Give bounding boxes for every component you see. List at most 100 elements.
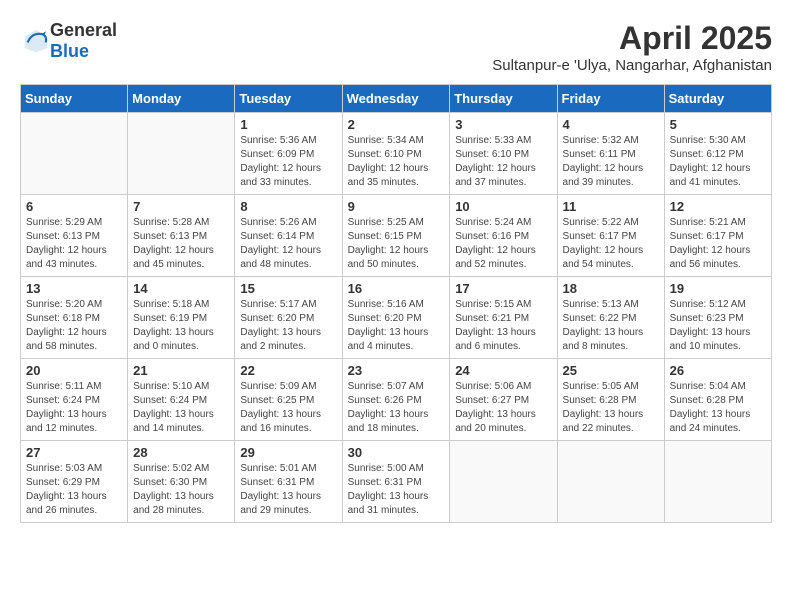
day-info: Sunrise: 5:03 AM Sunset: 6:29 PM Dayligh… (26, 462, 122, 518)
day-number: 15 (240, 281, 336, 296)
calendar-cell: 26Sunrise: 5:04 AM Sunset: 6:28 PM Dayli… (664, 359, 771, 441)
day-number: 17 (455, 281, 551, 296)
calendar-cell: 7 Sunrise: 5:28 AM Sunset: 6:13 PM Daylig… (128, 195, 235, 277)
day-info: Sunrise: 5:30 AM Sunset: 6:12 PM Dayligh… (670, 134, 766, 190)
day-number: 9 (348, 199, 445, 214)
logo-icon (22, 27, 50, 55)
calendar-cell: 21Sunrise: 5:10 AM Sunset: 6:24 PM Dayli… (128, 359, 235, 441)
calendar-cell: 6 Sunrise: 5:29 AM Sunset: 6:13 PM Daylig… (21, 195, 128, 277)
day-number: 27 (26, 445, 122, 460)
calendar-cell: 1 Sunrise: 5:36 AM Sunset: 6:09 PM Daylig… (235, 113, 342, 195)
day-number: 14 (133, 281, 229, 296)
calendar-cell: 19 Sunrise: 5:12 AM Sunset: 6:23 PM Dayli… (664, 277, 771, 359)
day-number: 18 (563, 281, 659, 296)
page-header: General Blue April 2025 Sultanpur-e 'Uly… (20, 20, 772, 74)
day-info: Sunrise: 5:00 AM Sunset: 6:31 PM Dayligh… (348, 462, 445, 518)
day-info: Sunrise: 5:01 AM Sunset: 6:31 PM Dayligh… (240, 462, 336, 518)
day-number: 26 (670, 363, 766, 378)
day-info: Sunrise: 5:02 AM Sunset: 6:30 PM Dayligh… (133, 462, 229, 518)
day-info: Sunrise: 5:29 AM Sunset: 6:13 PM Dayligh… (26, 216, 122, 272)
day-number: 28 (133, 445, 229, 460)
day-info: Sunrise: 5:07 AM Sunset: 6:26 PM Dayligh… (348, 380, 445, 436)
calendar-cell: 8 Sunrise: 5:26 AM Sunset: 6:14 PM Daylig… (235, 195, 342, 277)
day-info: Sunrise: 5:22 AM Sunset: 6:17 PM Dayligh… (563, 216, 659, 272)
day-number: 6 (26, 199, 122, 214)
day-info: Sunrise: 5:24 AM Sunset: 6:16 PM Dayligh… (455, 216, 551, 272)
day-number: 19 (670, 281, 766, 296)
day-info: Sunrise: 5:13 AM Sunset: 6:22 PM Dayligh… (563, 298, 659, 354)
day-info: Sunrise: 5:36 AM Sunset: 6:09 PM Dayligh… (240, 134, 336, 190)
week-row-5: 27 Sunrise: 5:03 AM Sunset: 6:29 PM Dayli… (21, 441, 772, 523)
calendar-subtitle: Sultanpur-e 'Ulya, Nangarhar, Afghanista… (492, 57, 772, 74)
calendar-cell: 28 Sunrise: 5:02 AM Sunset: 6:30 PM Dayli… (128, 441, 235, 523)
day-info: Sunrise: 5:11 AM Sunset: 6:24 PM Dayligh… (26, 380, 122, 436)
weekday-header-friday: Friday (557, 85, 664, 113)
day-number: 20 (26, 363, 122, 378)
day-number: 21 (133, 363, 229, 378)
day-number: 22 (240, 363, 336, 378)
day-info: Sunrise: 5:06 AM Sunset: 6:27 PM Dayligh… (455, 380, 551, 436)
weekday-header-saturday: Saturday (664, 85, 771, 113)
day-number: 16 (348, 281, 445, 296)
day-info: Sunrise: 5:28 AM Sunset: 6:13 PM Dayligh… (133, 216, 229, 272)
calendar-cell (128, 113, 235, 195)
calendar-cell: 30 Sunrise: 5:00 AM Sunset: 6:31 PM Dayli… (342, 441, 450, 523)
calendar-cell: 29 Sunrise: 5:01 AM Sunset: 6:31 PM Dayli… (235, 441, 342, 523)
day-number: 13 (26, 281, 122, 296)
day-number: 23 (348, 363, 445, 378)
day-number: 12 (670, 199, 766, 214)
calendar-cell: 18 Sunrise: 5:13 AM Sunset: 6:22 PM Dayli… (557, 277, 664, 359)
day-info: Sunrise: 5:33 AM Sunset: 6:10 PM Dayligh… (455, 134, 551, 190)
day-info: Sunrise: 5:21 AM Sunset: 6:17 PM Dayligh… (670, 216, 766, 272)
weekday-header-wednesday: Wednesday (342, 85, 450, 113)
calendar-cell: 9 Sunrise: 5:25 AM Sunset: 6:15 PM Daylig… (342, 195, 450, 277)
day-info: Sunrise: 5:16 AM Sunset: 6:20 PM Dayligh… (348, 298, 445, 354)
weekday-header-monday: Monday (128, 85, 235, 113)
day-number: 8 (240, 199, 336, 214)
day-info: Sunrise: 5:15 AM Sunset: 6:21 PM Dayligh… (455, 298, 551, 354)
calendar-cell: 25Sunrise: 5:05 AM Sunset: 6:28 PM Dayli… (557, 359, 664, 441)
calendar-cell: 17 Sunrise: 5:15 AM Sunset: 6:21 PM Dayli… (450, 277, 557, 359)
weekday-header-sunday: Sunday (21, 85, 128, 113)
calendar-cell: 23 Sunrise: 5:07 AM Sunset: 6:26 PM Dayli… (342, 359, 450, 441)
calendar-cell: 12 Sunrise: 5:21 AM Sunset: 6:17 PM Dayli… (664, 195, 771, 277)
day-info: Sunrise: 5:26 AM Sunset: 6:14 PM Dayligh… (240, 216, 336, 272)
day-info: Sunrise: 5:12 AM Sunset: 6:23 PM Dayligh… (670, 298, 766, 354)
day-number: 7 (133, 199, 229, 214)
week-row-1: 1 Sunrise: 5:36 AM Sunset: 6:09 PM Daylig… (21, 113, 772, 195)
calendar-cell: 4Sunrise: 5:32 AM Sunset: 6:11 PM Daylig… (557, 113, 664, 195)
day-number: 25 (563, 363, 659, 378)
day-info: Sunrise: 5:25 AM Sunset: 6:15 PM Dayligh… (348, 216, 445, 272)
calendar-cell: 10Sunrise: 5:24 AM Sunset: 6:16 PM Dayli… (450, 195, 557, 277)
logo-blue-text: Blue (50, 41, 89, 61)
day-info: Sunrise: 5:17 AM Sunset: 6:20 PM Dayligh… (240, 298, 336, 354)
day-number: 1 (240, 117, 336, 132)
calendar-cell: 5 Sunrise: 5:30 AM Sunset: 6:12 PM Daylig… (664, 113, 771, 195)
title-block: April 2025 Sultanpur-e 'Ulya, Nangarhar,… (492, 20, 772, 74)
logo-general-text: General (50, 20, 117, 40)
day-info: Sunrise: 5:09 AM Sunset: 6:25 PM Dayligh… (240, 380, 336, 436)
day-number: 11 (563, 199, 659, 214)
calendar-cell: 11 Sunrise: 5:22 AM Sunset: 6:17 PM Dayli… (557, 195, 664, 277)
week-row-4: 20 Sunrise: 5:11 AM Sunset: 6:24 PM Dayli… (21, 359, 772, 441)
day-number: 2 (348, 117, 445, 132)
weekday-header-thursday: Thursday (450, 85, 557, 113)
day-info: Sunrise: 5:18 AM Sunset: 6:19 PM Dayligh… (133, 298, 229, 354)
day-info: Sunrise: 5:20 AM Sunset: 6:18 PM Dayligh… (26, 298, 122, 354)
calendar-cell: 2Sunrise: 5:34 AM Sunset: 6:10 PM Daylig… (342, 113, 450, 195)
calendar-table: SundayMondayTuesdayWednesdayThursdayFrid… (20, 84, 772, 523)
calendar-cell: 3 Sunrise: 5:33 AM Sunset: 6:10 PM Daylig… (450, 113, 557, 195)
calendar-cell: 22 Sunrise: 5:09 AM Sunset: 6:25 PM Dayli… (235, 359, 342, 441)
calendar-cell: 20 Sunrise: 5:11 AM Sunset: 6:24 PM Dayli… (21, 359, 128, 441)
day-number: 5 (670, 117, 766, 132)
calendar-cell (450, 441, 557, 523)
calendar-cell (557, 441, 664, 523)
day-number: 29 (240, 445, 336, 460)
day-number: 3 (455, 117, 551, 132)
day-number: 30 (348, 445, 445, 460)
calendar-cell (21, 113, 128, 195)
day-number: 4 (563, 117, 659, 132)
week-row-3: 13 Sunrise: 5:20 AM Sunset: 6:18 PM Dayli… (21, 277, 772, 359)
calendar-cell: 15 Sunrise: 5:17 AM Sunset: 6:20 PM Dayli… (235, 277, 342, 359)
calendar-cell (664, 441, 771, 523)
